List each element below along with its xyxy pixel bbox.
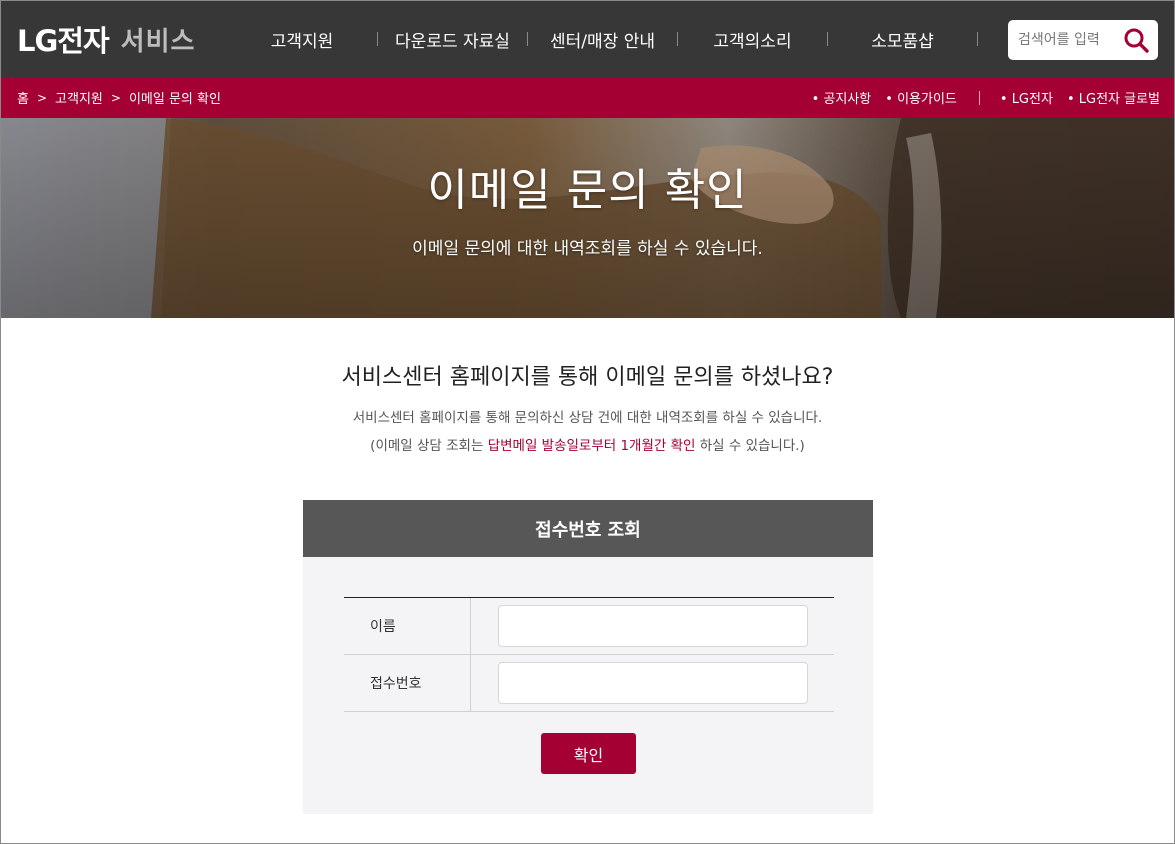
nav-divider bbox=[977, 32, 978, 46]
name-label: 이름 bbox=[344, 598, 471, 654]
section-question: 서비스센터 홈페이지를 통해 이메일 문의를 하셨나요? bbox=[341, 365, 834, 390]
panel-title: 접수번호 조회 bbox=[303, 500, 873, 557]
search-input[interactable] bbox=[1018, 20, 1118, 60]
breadcrumb-home[interactable]: 홈 bbox=[17, 88, 29, 107]
form-row-name: 이름 bbox=[344, 598, 834, 655]
breadcrumb-separator: > bbox=[36, 90, 48, 105]
hero-banner: 이메일 문의 확인 이메일 문의에 대한 내역조회를 하실 수 있습니다. bbox=[1, 118, 1174, 318]
lookup-form: 이름 접수번호 bbox=[344, 597, 834, 712]
receipt-lookup-panel: 접수번호 조회 이름 접수번호 확인 bbox=[303, 500, 873, 814]
nav-item-center-store[interactable]: 센터/매장 안내 bbox=[528, 27, 677, 52]
receipt-number-label: 접수번호 bbox=[344, 655, 471, 711]
logo-service-text: 서비스 bbox=[120, 26, 196, 57]
breadcrumb-customer-support[interactable]: 고객지원 bbox=[55, 88, 103, 107]
lg-service-logo[interactable]: LG전자 서비스 bbox=[17, 19, 195, 59]
breadcrumb-current: 이메일 문의 확인 bbox=[128, 92, 221, 107]
breadcrumb-bar: 홈 > 고객지원 > 이메일 문의 확인 공지사항 이용가이드 LG전자 LG전… bbox=[1, 77, 1174, 118]
form-row-receipt: 접수번호 bbox=[344, 655, 834, 712]
nav-item-customer-support[interactable]: 고객지원 bbox=[227, 27, 377, 52]
section-description: 서비스센터 홈페이지를 통해 문의하신 상담 건에 대한 내역조회를 하실 수 … bbox=[352, 410, 823, 426]
logo-brand-text: LG전자 bbox=[17, 24, 110, 58]
name-field[interactable] bbox=[498, 605, 808, 647]
breadcrumb: 홈 > 고객지원 > 이메일 문의 확인 bbox=[17, 77, 221, 118]
nav-item-customer-voice[interactable]: 고객의소리 bbox=[678, 27, 827, 52]
global-header: LG전자 서비스 고객지원 다운로드 자료실 센터/매장 안내 고객의소리 소모… bbox=[1, 1, 1174, 77]
page: LG전자 서비스 고객지원 다운로드 자료실 센터/매장 안내 고객의소리 소모… bbox=[0, 0, 1175, 844]
utility-links: 공지사항 이용가이드 LG전자 LG전자 글로벌 bbox=[798, 77, 1160, 118]
nav-item-downloads[interactable]: 다운로드 자료실 bbox=[378, 27, 527, 52]
util-divider bbox=[978, 90, 980, 105]
search-box bbox=[1008, 20, 1158, 60]
notice-text-post: 하실 수 있습니다.) bbox=[695, 438, 805, 454]
confirm-button[interactable]: 확인 bbox=[541, 733, 636, 774]
notice-highlight: 답변메일 발송일로부터 1개월간 확인 bbox=[487, 438, 696, 454]
breadcrumb-separator: > bbox=[110, 90, 121, 105]
handshake-photo bbox=[1, 118, 1174, 318]
notice-text-pre: (이메일 상담 조회는 bbox=[370, 438, 488, 454]
receipt-number-field[interactable] bbox=[498, 662, 808, 704]
util-link-lg[interactable]: LG전자 bbox=[1000, 88, 1053, 107]
util-link-guide[interactable]: 이용가이드 bbox=[885, 88, 957, 107]
section-notice: (이메일 상담 조회는 답변메일 발송일로부터 1개월간 확인 하실 수 있습니… bbox=[1, 434, 1174, 454]
search-icon[interactable] bbox=[1122, 26, 1150, 54]
util-link-notice[interactable]: 공지사항 bbox=[812, 88, 871, 107]
nav-item-parts-shop[interactable]: 소모품샵 bbox=[828, 27, 977, 52]
page-subtitle: 이메일 문의에 대한 내역조회를 하실 수 있습니다. bbox=[412, 239, 763, 259]
page-title: 이메일 문의 확인 bbox=[427, 165, 748, 216]
util-link-lg-global[interactable]: LG전자 글로벌 bbox=[1067, 88, 1160, 107]
global-nav: 고객지원 다운로드 자료실 센터/매장 안내 고객의소리 소모품샵 bbox=[227, 1, 978, 77]
